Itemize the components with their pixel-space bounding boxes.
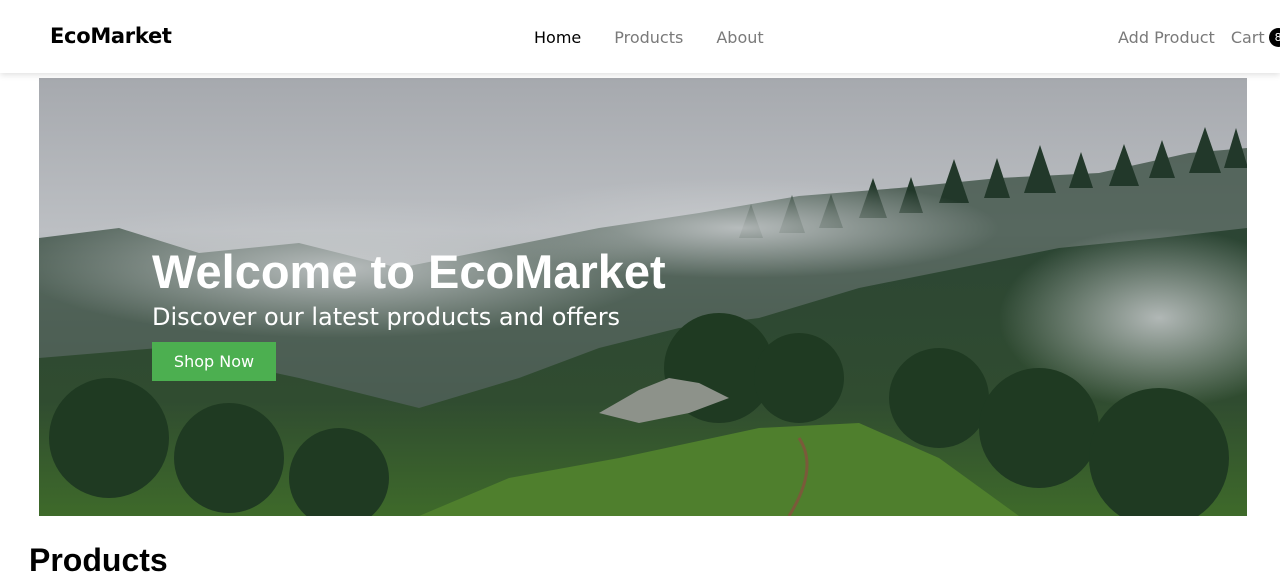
hero-banner: Welcome to EcoMarket Discover our latest…: [39, 78, 1247, 516]
main-nav: Home Products About: [534, 28, 797, 47]
add-product-link[interactable]: Add Product: [1118, 28, 1215, 47]
cart-count-badge: 8: [1268, 28, 1280, 47]
nav-link-products[interactable]: Products: [614, 28, 683, 47]
nav-link-home[interactable]: Home: [534, 28, 581, 47]
hero-title: Welcome to EcoMarket: [152, 245, 666, 298]
cart-link[interactable]: Cart 8: [1231, 28, 1280, 47]
nav-link-about[interactable]: About: [716, 28, 763, 47]
nav-actions: Add Product Cart 8: [1118, 28, 1280, 47]
hero-subtitle: Discover our latest products and offers: [152, 303, 621, 331]
shop-now-button[interactable]: Shop Now: [152, 342, 276, 381]
products-section-title: Products: [29, 542, 168, 578]
navbar: EcoMarket Home Products About Add Produc…: [0, 0, 1280, 73]
cart-label: Cart: [1230, 28, 1265, 47]
brand-logo[interactable]: EcoMarket: [50, 24, 172, 48]
